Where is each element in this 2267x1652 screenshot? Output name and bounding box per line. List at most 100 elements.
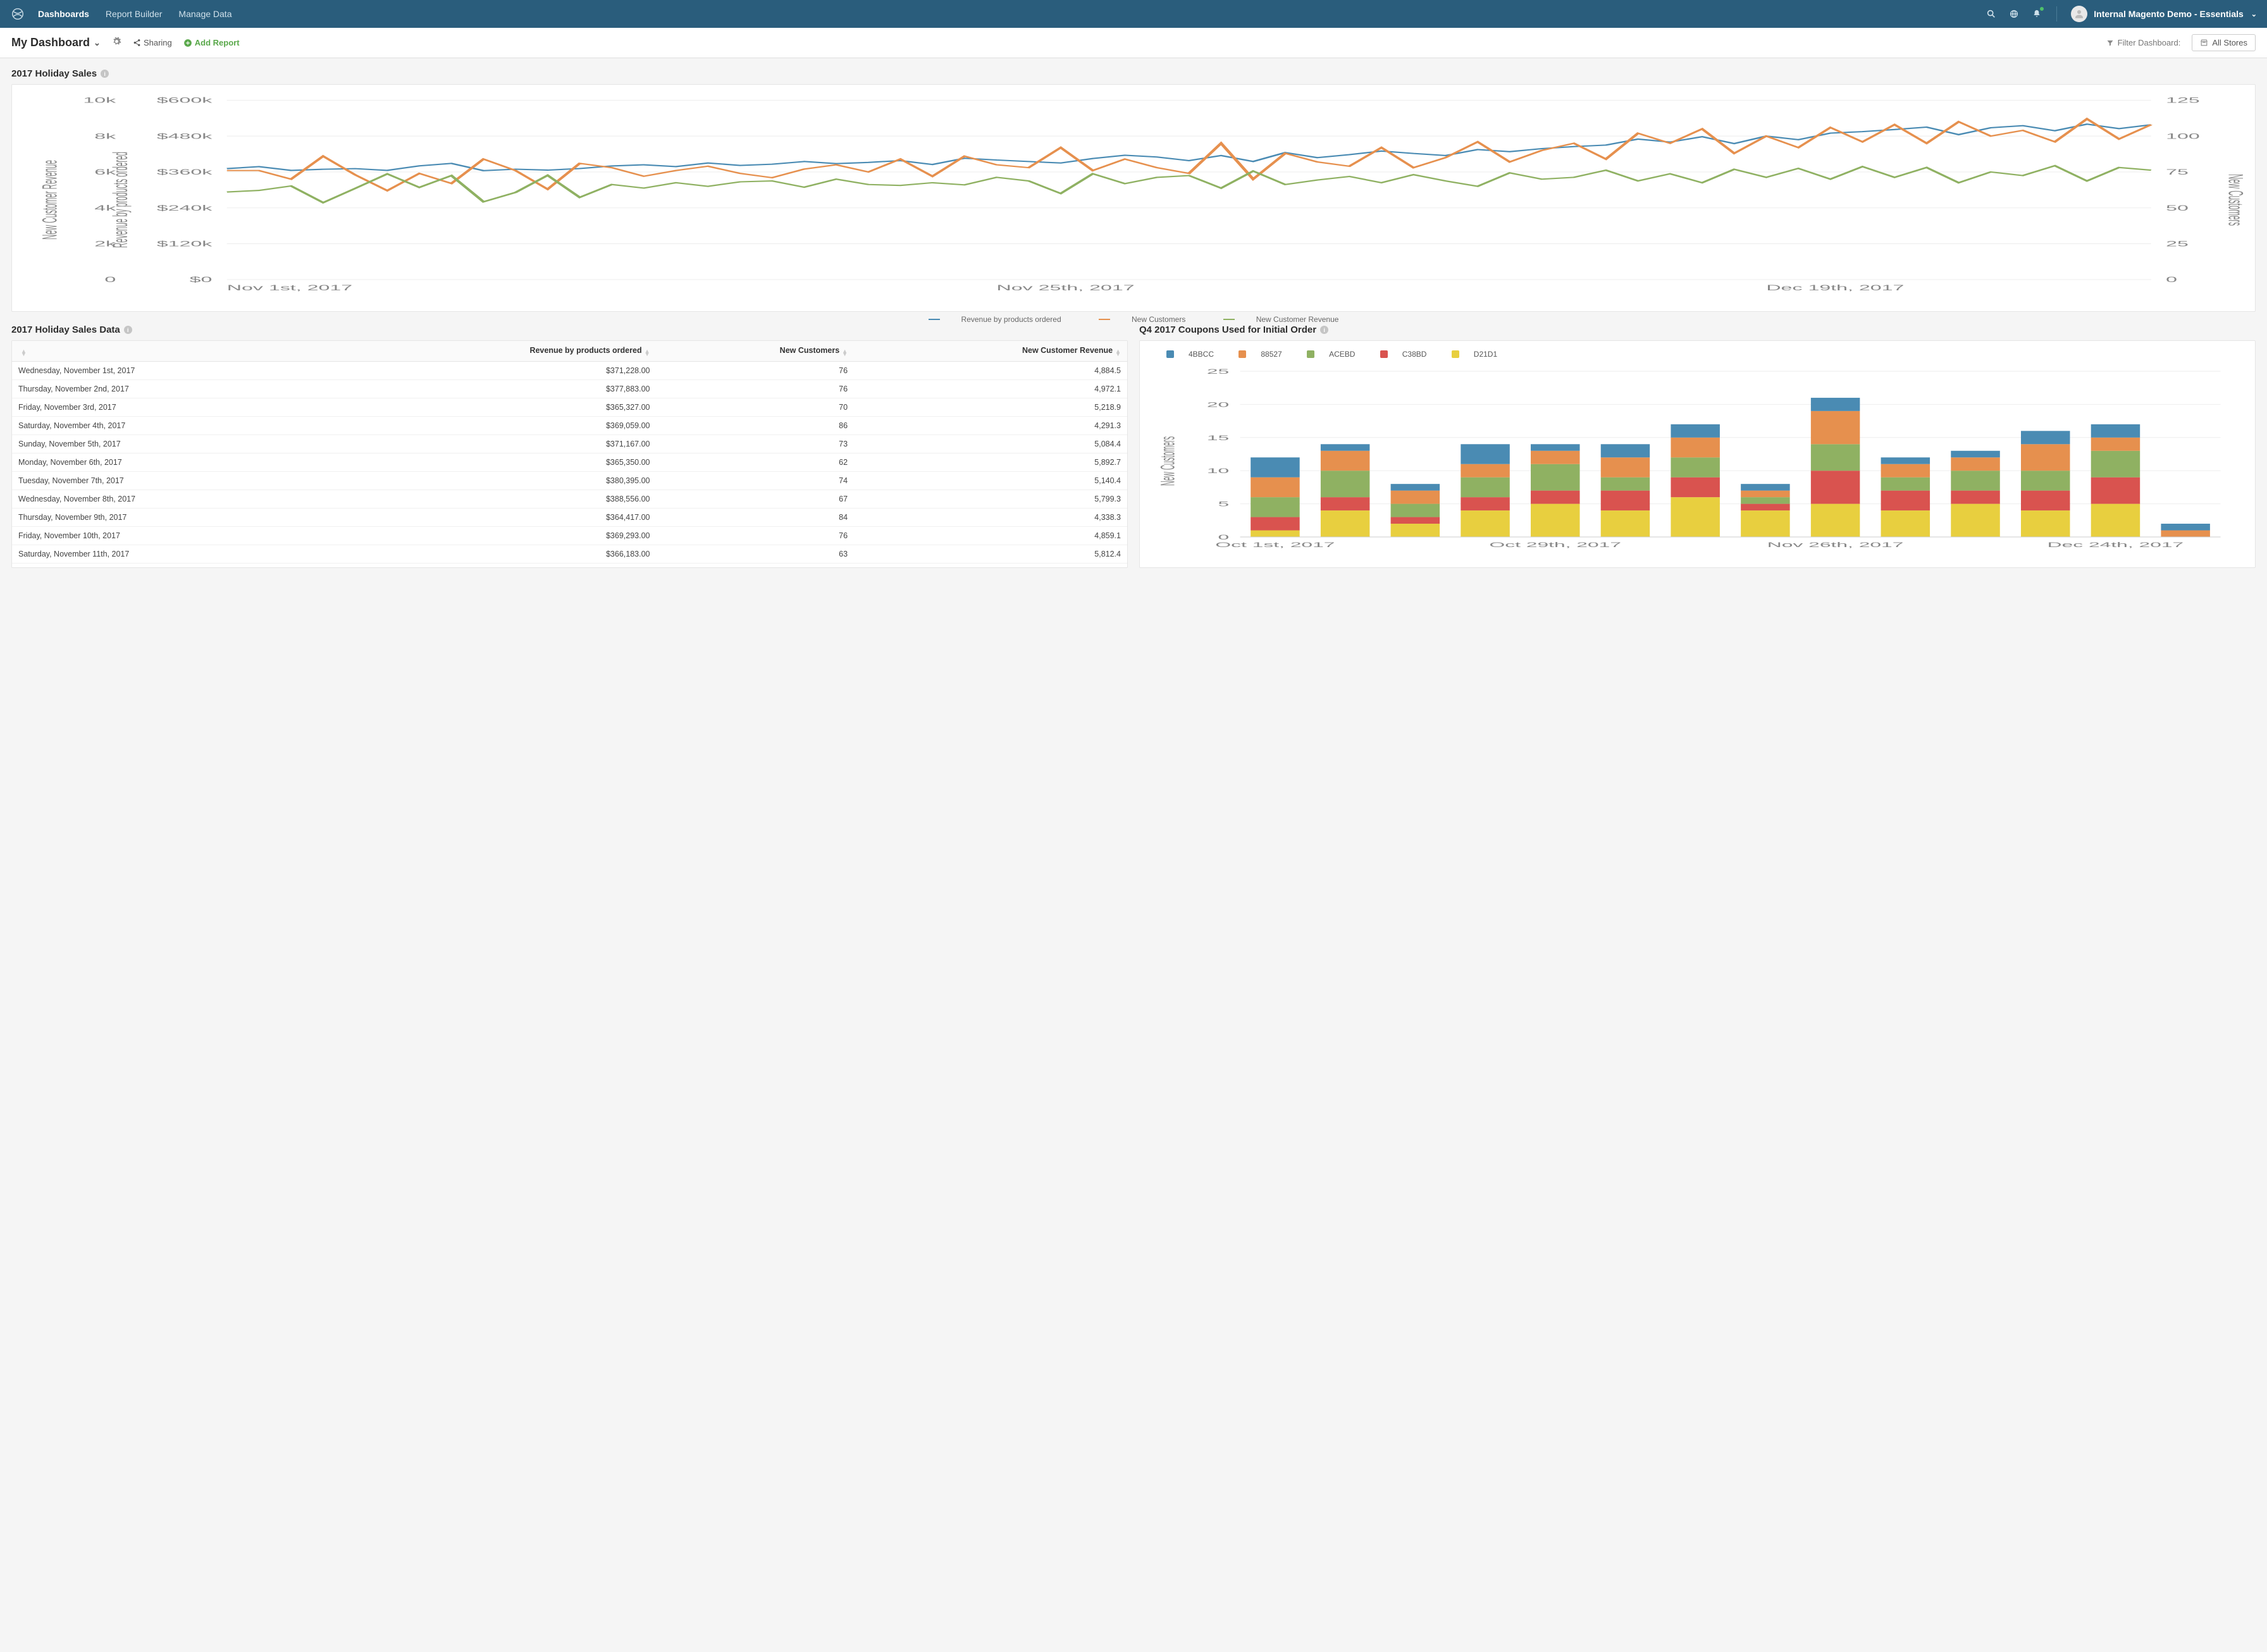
globe-icon[interactable] — [2008, 8, 2020, 20]
table-cell: 4,338.3 — [854, 509, 1127, 527]
table-row[interactable]: Saturday, November 11th, 2017$366,183.00… — [12, 545, 1127, 564]
coupons-chart: 4BBCC 88527 ACEBD C38BD D21D1 0510152025… — [1139, 340, 2256, 568]
table-row[interactable]: Sunday, November 12th, 2017$371,409.0081… — [12, 564, 1127, 568]
legend-item[interactable]: New Customers — [1090, 315, 1194, 324]
svg-text:50: 50 — [2166, 204, 2189, 213]
table-cell: 4,585.3 — [854, 564, 1127, 568]
svg-text:0: 0 — [2166, 276, 2177, 284]
table-cell: 62 — [657, 453, 855, 472]
table-cell: 5,140.4 — [854, 472, 1127, 490]
chart2-legend: 4BBCC 88527 ACEBD C38BD D21D1 — [1149, 347, 2246, 366]
legend-item[interactable]: 88527 — [1239, 350, 1293, 359]
dashboard-title[interactable]: My Dashboard ⌄ — [11, 36, 101, 49]
table-cell: $365,350.00 — [330, 453, 656, 472]
chart1-title: 2017 Holiday Sales i — [11, 68, 2256, 79]
svg-text:Oct 29th, 2017: Oct 29th, 2017 — [1490, 541, 1622, 548]
legend-item[interactable]: C38BD — [1380, 350, 1438, 359]
table-cell: $365,327.00 — [330, 398, 656, 417]
table-row[interactable]: Saturday, November 4th, 2017$369,059.008… — [12, 417, 1127, 435]
table-cell: 70 — [657, 398, 855, 417]
filter-icon — [2106, 39, 2114, 47]
table-header[interactable]: ▲▼ — [12, 341, 330, 362]
table-cell: $371,167.00 — [330, 435, 656, 453]
svg-text:25: 25 — [2166, 240, 2189, 248]
svg-text:Oct 1st, 2017: Oct 1st, 2017 — [1215, 541, 1335, 548]
table-row[interactable]: Thursday, November 9th, 2017$364,417.008… — [12, 509, 1127, 527]
add-report-button[interactable]: Add Report — [183, 38, 240, 47]
table-cell: 63 — [657, 545, 855, 564]
svg-text:New Customers: New Customers — [2224, 174, 2244, 226]
table-cell: Saturday, November 4th, 2017 — [12, 417, 330, 435]
svg-text:$480k: $480k — [157, 132, 213, 140]
table-cell: Sunday, November 5th, 2017 — [12, 435, 330, 453]
svg-text:10k: 10k — [83, 97, 116, 105]
table-cell: Wednesday, November 1st, 2017 — [12, 362, 330, 380]
table-row[interactable]: Monday, November 6th, 2017$365,350.00625… — [12, 453, 1127, 472]
table-scroll[interactable]: ▲▼Revenue by products ordered▲▼New Custo… — [12, 341, 1127, 567]
account-menu[interactable]: Internal Magento Demo - Essentials ⌄ — [2071, 6, 2257, 22]
table-header[interactable]: New Customer Revenue▲▼ — [854, 341, 1127, 362]
table-cell: Tuesday, November 7th, 2017 — [12, 472, 330, 490]
svg-text:Dec 19th, 2017: Dec 19th, 2017 — [1766, 284, 1904, 292]
filter-dashboard-label: Filter Dashboard: — [2106, 38, 2181, 47]
svg-text:100: 100 — [2166, 132, 2200, 140]
account-name: Internal Magento Demo - Essentials — [2094, 9, 2244, 19]
table-cell: Sunday, November 12th, 2017 — [12, 564, 330, 568]
table-row[interactable]: Sunday, November 5th, 2017$371,167.00735… — [12, 435, 1127, 453]
chevron-down-icon: ⌄ — [2251, 10, 2257, 18]
table-cell: 4,972.1 — [854, 380, 1127, 398]
legend-item[interactable]: 4BBCC — [1166, 350, 1225, 359]
table-cell: 74 — [657, 472, 855, 490]
table-cell: $369,059.00 — [330, 417, 656, 435]
svg-text:Dec 24th, 2017: Dec 24th, 2017 — [2048, 541, 2184, 548]
chevron-down-icon: ⌄ — [94, 38, 101, 48]
table-cell: 4,884.5 — [854, 362, 1127, 380]
table-row[interactable]: Friday, November 3rd, 2017$365,327.00705… — [12, 398, 1127, 417]
all-stores-button[interactable]: All Stores — [2192, 34, 2256, 51]
nav-report-builder[interactable]: Report Builder — [106, 9, 163, 19]
svg-text:125: 125 — [2166, 97, 2200, 105]
svg-text:$360k: $360k — [157, 168, 213, 176]
svg-text:$0: $0 — [190, 276, 213, 284]
table-cell: 73 — [657, 435, 855, 453]
svg-text:25: 25 — [1207, 367, 1229, 375]
legend-item[interactable]: ACEBD — [1307, 350, 1366, 359]
sharing-button[interactable]: Sharing — [133, 38, 172, 47]
nav-dashboards[interactable]: Dashboards — [38, 9, 89, 19]
table-cell: Thursday, November 2nd, 2017 — [12, 380, 330, 398]
search-icon[interactable] — [1986, 8, 1997, 20]
bell-icon[interactable] — [2031, 8, 2042, 20]
table-row[interactable]: Wednesday, November 1st, 2017$371,228.00… — [12, 362, 1127, 380]
dashboard-toolbar: My Dashboard ⌄ Sharing Add Report Filter… — [0, 28, 2267, 58]
table-row[interactable]: Wednesday, November 8th, 2017$388,556.00… — [12, 490, 1127, 509]
table-header[interactable]: Revenue by products ordered▲▼ — [330, 341, 656, 362]
info-icon[interactable]: i — [101, 70, 109, 78]
table-cell: 76 — [657, 380, 855, 398]
svg-text:0: 0 — [104, 276, 116, 284]
brand-logo-icon[interactable] — [10, 6, 25, 22]
svg-text:Nov 1st, 2017: Nov 1st, 2017 — [227, 284, 352, 292]
nav-divider — [2056, 6, 2057, 22]
table-cell: $377,883.00 — [330, 380, 656, 398]
svg-text:$240k: $240k — [157, 204, 213, 213]
holiday-sales-table: ▲▼Revenue by products ordered▲▼New Custo… — [11, 340, 1128, 568]
table-row[interactable]: Thursday, November 2nd, 2017$377,883.007… — [12, 380, 1127, 398]
legend-item[interactable]: D21D1 — [1452, 350, 1509, 359]
table-row[interactable]: Friday, November 10th, 2017$369,293.0076… — [12, 527, 1127, 545]
svg-text:New Customers: New Customers — [1156, 436, 1179, 486]
nav-manage-data[interactable]: Manage Data — [178, 9, 232, 19]
table-header[interactable]: New Customers▲▼ — [657, 341, 855, 362]
table-cell: Thursday, November 9th, 2017 — [12, 509, 330, 527]
table-cell: $371,409.00 — [330, 564, 656, 568]
legend-item[interactable]: Revenue by products ordered — [920, 315, 1070, 324]
table-cell: Monday, November 6th, 2017 — [12, 453, 330, 472]
svg-text:Nov 25th, 2017: Nov 25th, 2017 — [997, 284, 1135, 292]
svg-text:5: 5 — [1218, 500, 1230, 508]
table-cell: $364,417.00 — [330, 509, 656, 527]
gear-icon[interactable] — [112, 37, 121, 49]
table-cell: 84 — [657, 509, 855, 527]
table-row[interactable]: Tuesday, November 7th, 2017$380,395.0074… — [12, 472, 1127, 490]
legend-item[interactable]: New Customer Revenue — [1214, 315, 1348, 324]
table-cell: 5,084.4 — [854, 435, 1127, 453]
chart1-legend: Revenue by products ordered New Customer… — [23, 308, 2244, 333]
